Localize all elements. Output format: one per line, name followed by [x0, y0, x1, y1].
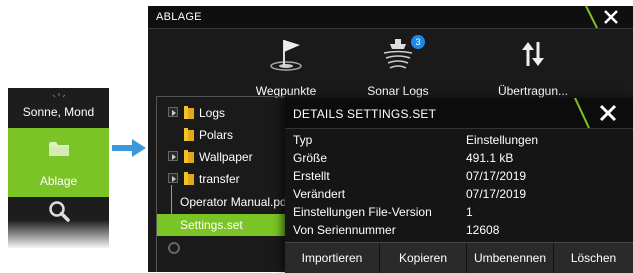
- folder-icon: [184, 106, 194, 119]
- folder-icon: [184, 172, 194, 185]
- file-name: Wallpaper: [199, 150, 253, 164]
- tool-label: Sonar Logs: [367, 84, 429, 98]
- detail-label: Von Seriennummer: [293, 223, 396, 237]
- details-dialog: DETAILS SETTINGS.SET Typ Einstellungen G…: [285, 98, 633, 273]
- list-item-wallpaper[interactable]: Wallpaper: [157, 146, 285, 168]
- detail-value: 12608: [466, 223, 500, 237]
- side-item-label: Sonne, Mond: [22, 105, 95, 119]
- delete-button[interactable]: Löschen: [554, 243, 633, 273]
- tool-uebertragung[interactable]: Übertragun...: [468, 32, 598, 102]
- dialog-title: DETAILS SETTINGS.SET: [293, 107, 437, 121]
- list-item-logs[interactable]: Logs: [157, 102, 285, 124]
- tool-label: Übertragun...: [497, 84, 569, 98]
- copy-button[interactable]: Kopieren: [380, 243, 467, 273]
- rename-button[interactable]: Umbenennen: [467, 243, 554, 273]
- detail-value: 491.1 kB: [466, 151, 514, 165]
- transfer-arrows-icon: [522, 42, 544, 66]
- dialog-button-bar: Importieren Kopieren Umbenennen Löschen: [285, 242, 633, 273]
- sun-icon: [8, 90, 109, 98]
- detail-label: Typ: [293, 133, 313, 147]
- list-item-polars[interactable]: Polars: [157, 124, 285, 146]
- side-item-label: Ablage: [39, 174, 78, 188]
- expand-icon[interactable]: [168, 107, 178, 117]
- expand-icon[interactable]: [168, 173, 178, 183]
- detail-label: Verändert: [293, 187, 346, 201]
- close-icon[interactable]: [585, 6, 633, 28]
- waypoint-flag-icon: [270, 40, 302, 71]
- file-name: Logs: [199, 106, 226, 120]
- detail-value: Einstellungen: [466, 133, 539, 147]
- fade-overlay: [8, 220, 109, 248]
- file-list: Logs Polars Wallpaper transfer Operator …: [156, 96, 290, 272]
- detail-value: 07/17/2019: [466, 187, 527, 201]
- detail-label: Erstellt: [293, 169, 330, 183]
- side-menu: Sonne, Mond Ablage: [8, 88, 109, 248]
- tool-wegpunkte[interactable]: Wegpunkte: [226, 32, 346, 102]
- count-badge: 3: [411, 35, 425, 49]
- window-title-bar: ABLAGE: [148, 6, 633, 29]
- folder-icon: [49, 142, 69, 156]
- arrow-right-icon: [112, 139, 146, 157]
- tree-connector: [171, 185, 180, 230]
- detail-value: 07/17/2019: [466, 169, 527, 183]
- tool-sonar-logs[interactable]: 3 Sonar Logs: [343, 32, 453, 102]
- dialog-title-bar: DETAILS SETTINGS.SET: [285, 98, 633, 129]
- window-title: ABLAGE: [156, 11, 202, 23]
- detail-value: 1: [466, 205, 473, 219]
- file-name: Settings.set: [180, 218, 243, 232]
- import-button[interactable]: Importieren: [285, 243, 380, 273]
- tools-icon: [168, 242, 180, 254]
- side-item-sonne-mond[interactable]: Sonne, Mond: [8, 105, 109, 119]
- detail-label: Größe: [293, 151, 328, 165]
- folder-icon: [184, 128, 194, 141]
- detail-label: Einstellungen File-Version: [293, 205, 432, 219]
- expand-icon[interactable]: [168, 151, 178, 161]
- file-name: Polars: [199, 128, 234, 142]
- file-name: Operator Manual.pdf: [180, 195, 291, 209]
- folder-icon: [184, 150, 194, 163]
- close-icon[interactable]: [573, 98, 633, 128]
- file-name: transfer: [199, 172, 240, 186]
